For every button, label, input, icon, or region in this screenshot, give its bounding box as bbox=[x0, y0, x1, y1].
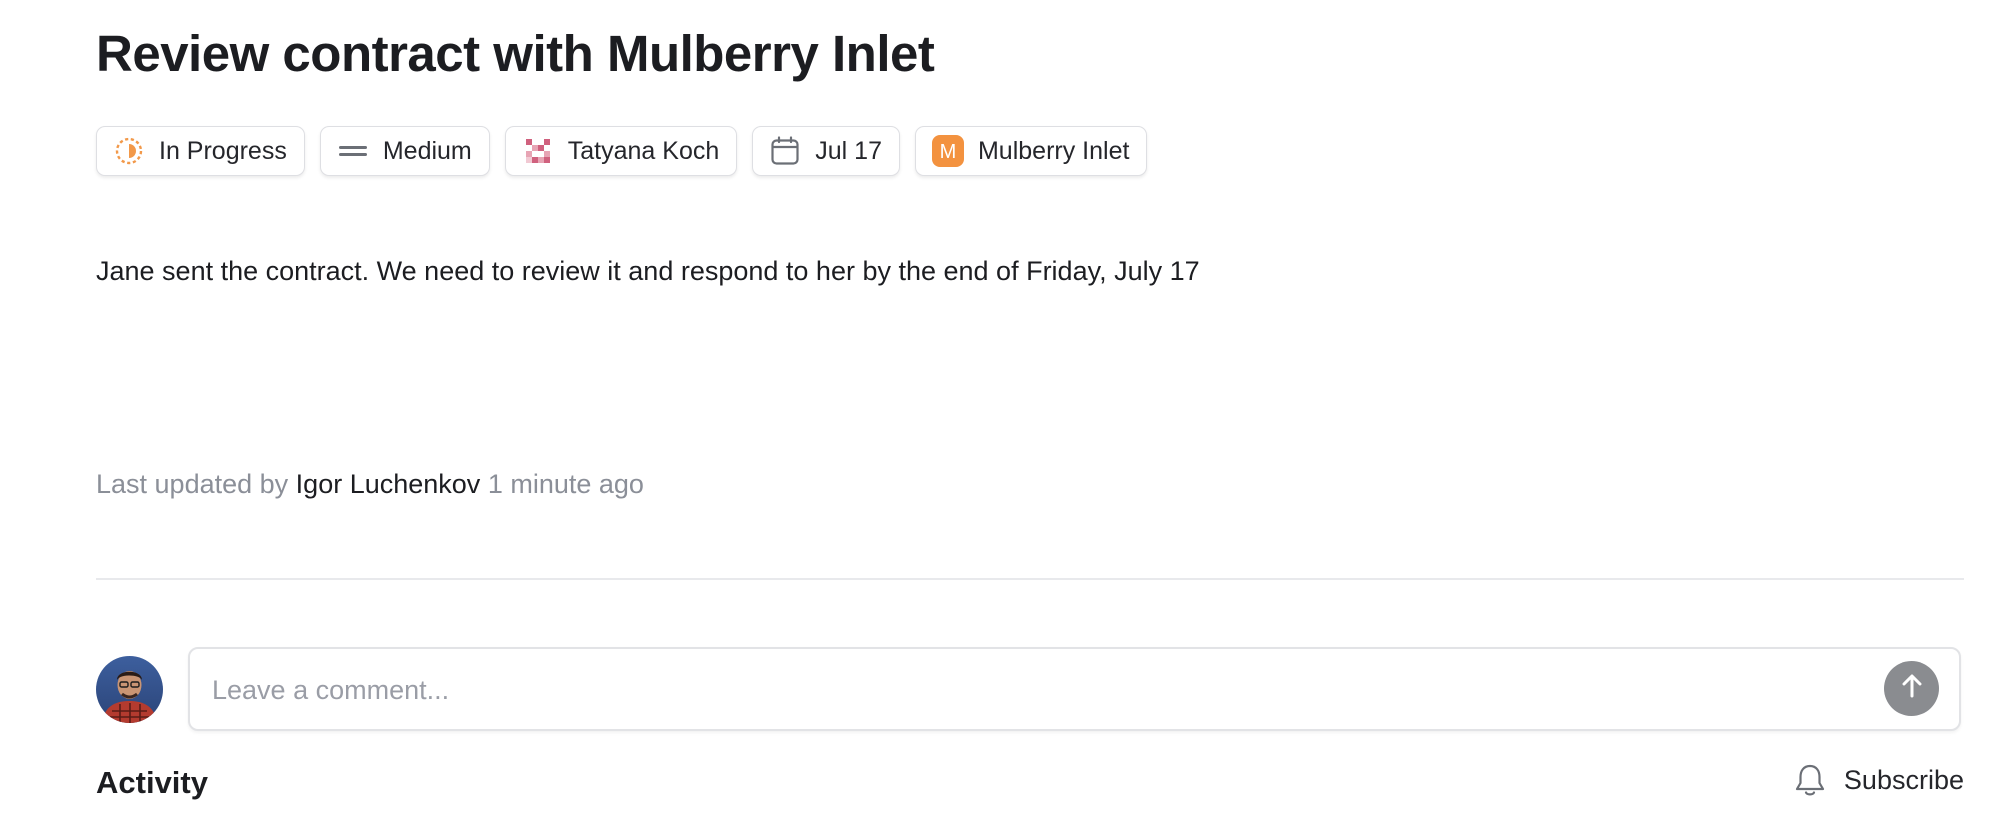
status-chip[interactable]: In Progress bbox=[96, 126, 305, 176]
send-comment-button[interactable] bbox=[1884, 661, 1939, 716]
updated-prefix: Last updated by bbox=[96, 469, 289, 499]
activity-heading: Activity bbox=[96, 765, 208, 800]
project-chip[interactable]: M Mulberry Inlet bbox=[914, 126, 1148, 176]
priority-medium-icon bbox=[337, 135, 369, 167]
issue-description[interactable]: Jane sent the contract. We need to revie… bbox=[96, 256, 1200, 287]
status-label: In Progress bbox=[159, 136, 287, 165]
issue-page: Review contract with Mulberry Inlet In P… bbox=[96, 0, 1966, 831]
in-progress-icon bbox=[113, 135, 145, 167]
user-avatar-icon bbox=[522, 135, 554, 167]
assignee-chip[interactable]: Tatyana Koch bbox=[504, 126, 738, 176]
bell-icon bbox=[1792, 762, 1828, 798]
due-date-chip[interactable]: Jul 17 bbox=[752, 126, 900, 176]
updated-by-user[interactable]: Igor Luchenkov bbox=[296, 469, 481, 499]
priority-label: Medium bbox=[382, 136, 472, 165]
comment-input[interactable] bbox=[210, 663, 1854, 717]
issue-properties-bar: In Progress Medium Tatyana Koch Jul 17 M… bbox=[96, 126, 1148, 176]
last-updated-meta: Last updated by Igor Luchenkov 1 minute … bbox=[96, 469, 644, 500]
priority-chip[interactable]: Medium bbox=[319, 126, 490, 176]
assignee-label: Tatyana Koch bbox=[567, 136, 720, 165]
project-label: Mulberry Inlet bbox=[977, 136, 1130, 165]
due-date-label: Jul 17 bbox=[815, 136, 882, 165]
calendar-icon bbox=[769, 135, 801, 167]
updated-time: 1 minute ago bbox=[487, 469, 644, 499]
project-initial: M bbox=[940, 141, 957, 163]
section-divider bbox=[96, 578, 1964, 580]
arrow-up-icon bbox=[1898, 672, 1926, 705]
current-user-avatar bbox=[96, 656, 163, 723]
issue-title[interactable]: Review contract with Mulberry Inlet bbox=[96, 24, 935, 83]
project-icon: M bbox=[931, 135, 964, 167]
subscribe-button[interactable]: Subscribe bbox=[1792, 762, 1964, 798]
comment-box bbox=[188, 647, 1961, 731]
subscribe-label: Subscribe bbox=[1843, 764, 1964, 795]
